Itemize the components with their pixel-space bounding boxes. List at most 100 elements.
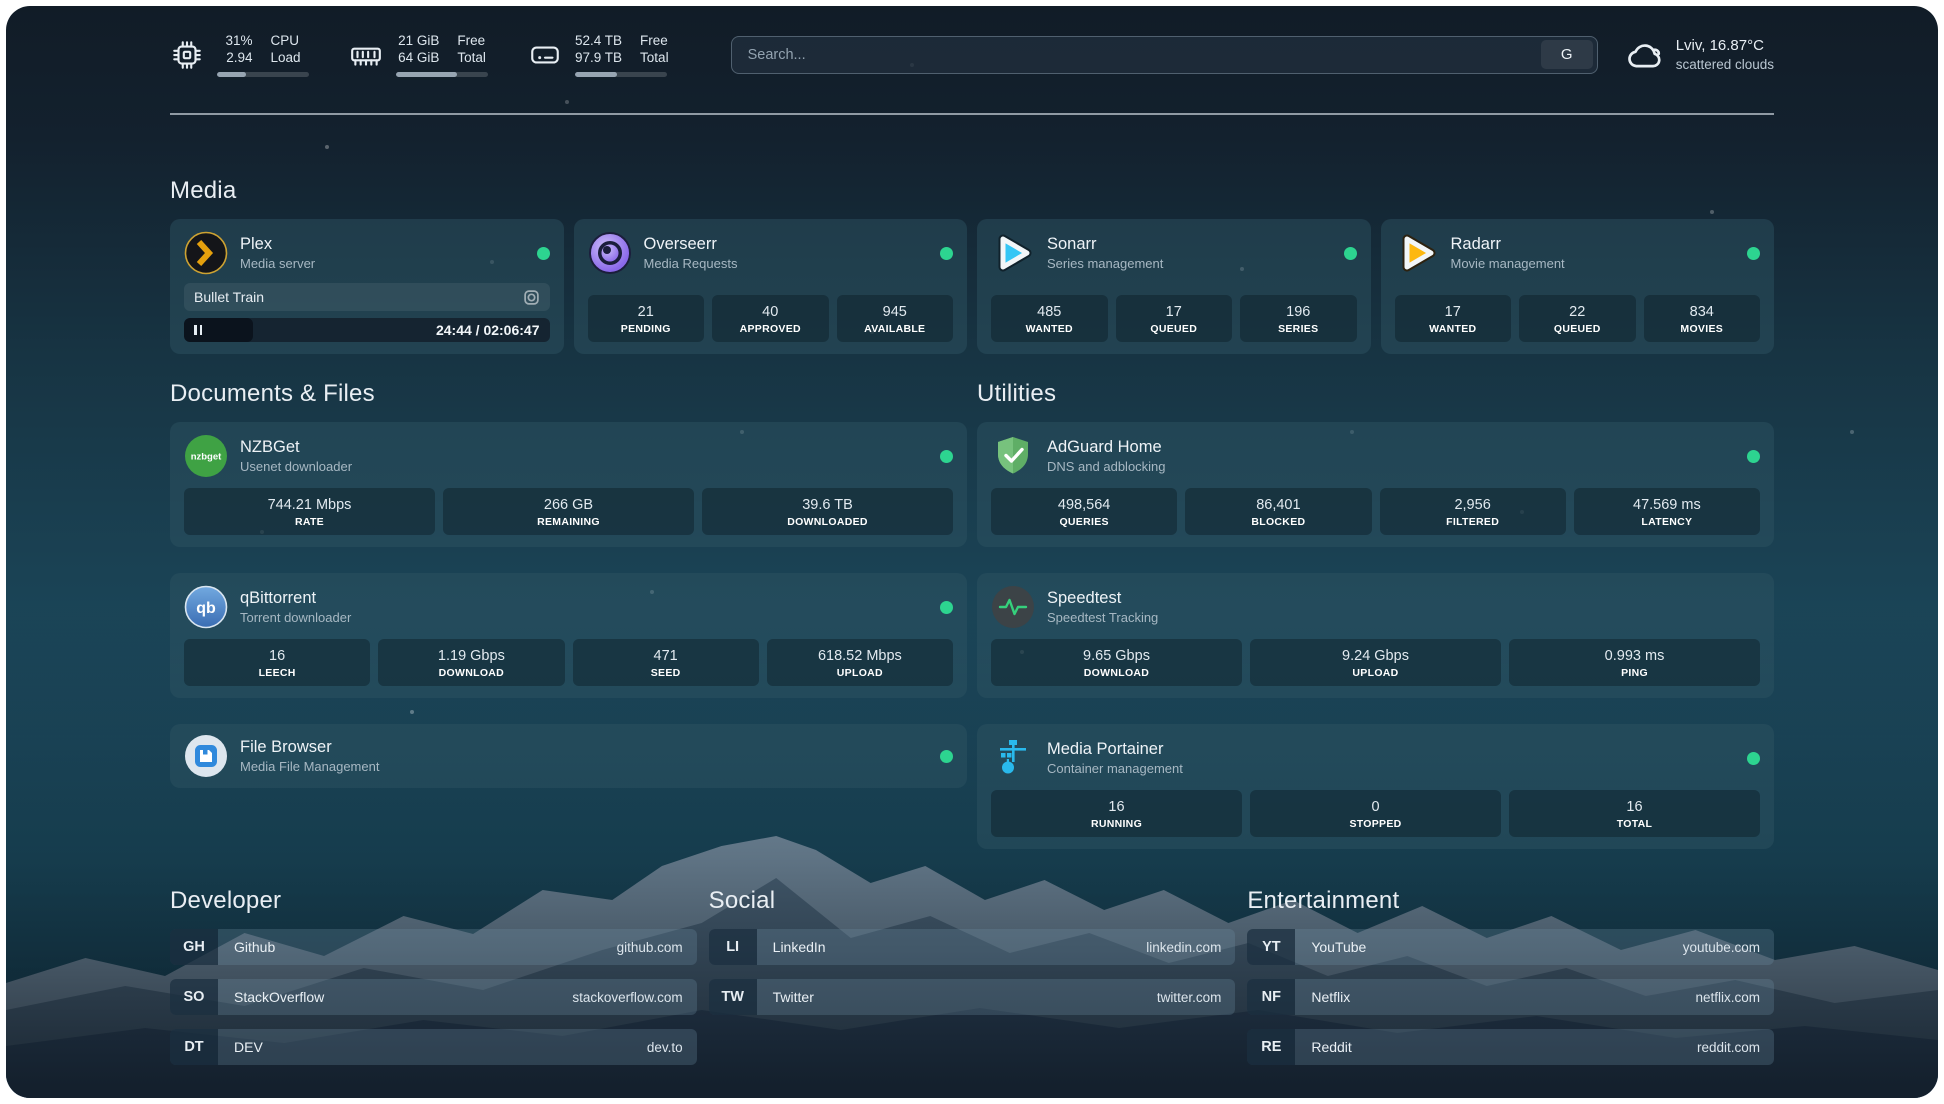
- status-dot: [940, 247, 953, 260]
- service-description: Media File Management: [240, 758, 379, 775]
- service-card-nzbget[interactable]: nzbget NZBGet Usenet downloader 744.21 M…: [170, 422, 967, 547]
- bookmark-name: Twitter: [773, 989, 814, 1005]
- header-separator: [170, 113, 1774, 115]
- stat-box: 9.24 GbpsUPLOAD: [1250, 639, 1501, 686]
- section-title-media: Media: [170, 177, 1774, 205]
- cpu-progress-bar: [217, 72, 309, 77]
- bookmark-reddit[interactable]: RE Reddit reddit.com: [1247, 1029, 1774, 1065]
- bookmark-github[interactable]: GH Github github.com: [170, 929, 697, 965]
- bookmark-abbr: SO: [170, 979, 218, 1015]
- service-card-portainer[interactable]: Media Portainer Container management 16R…: [977, 724, 1774, 849]
- bookmark-name: Github: [234, 939, 275, 955]
- stat-box: 47.569 msLATENCY: [1574, 488, 1760, 535]
- adguard-icon: [991, 434, 1035, 478]
- bookmark-abbr: GH: [170, 929, 218, 965]
- svg-text:qb: qb: [196, 600, 216, 617]
- stat-box: 9.65 GbpsDOWNLOAD: [991, 639, 1242, 686]
- service-description: Usenet downloader: [240, 458, 352, 475]
- stat-box: 834MOVIES: [1644, 295, 1761, 342]
- bookmark-url: dev.to: [647, 1040, 683, 1055]
- bookmark-linkedin[interactable]: LI LinkedIn linkedin.com: [709, 929, 1236, 965]
- bookmark-name: YouTube: [1311, 939, 1366, 955]
- bookmark-url: netflix.com: [1695, 990, 1760, 1005]
- service-description: Movie management: [1451, 255, 1565, 272]
- camera-icon: [523, 289, 540, 306]
- bookmark-youtube[interactable]: YT YouTube youtube.com: [1247, 929, 1774, 965]
- now-playing-title: Bullet Train: [194, 289, 264, 305]
- stat-box: 0.993 msPING: [1509, 639, 1760, 686]
- stat-box: 945AVAILABLE: [837, 295, 954, 342]
- cpu-widget: 31% CPU 2.94 Load: [170, 32, 309, 77]
- stat-box: 618.52 MbpsUPLOAD: [767, 639, 953, 686]
- service-card-qbittorrent[interactable]: qb qBittorrent Torrent downloader: [170, 573, 967, 698]
- memory-total-value: 64 GiB: [396, 49, 439, 66]
- service-card-plex[interactable]: Plex Media server Bullet Train: [170, 219, 564, 354]
- memory-free-label: Free: [457, 32, 488, 49]
- section-title-documents: Documents & Files: [170, 380, 967, 408]
- bookmark-name: Netflix: [1311, 989, 1350, 1005]
- bookmark-name: LinkedIn: [773, 939, 826, 955]
- status-dot: [537, 247, 550, 260]
- weather-condition: scattered clouds: [1676, 56, 1774, 73]
- search-provider-button[interactable]: G: [1541, 40, 1593, 69]
- bookmark-twitter[interactable]: TW Twitter twitter.com: [709, 979, 1236, 1015]
- bookmark-url: twitter.com: [1157, 990, 1222, 1005]
- speedtest-icon: [991, 585, 1035, 629]
- stat-box: 16RUNNING: [991, 790, 1242, 837]
- status-dot: [940, 750, 953, 763]
- now-playing-title-row: Bullet Train: [184, 283, 550, 311]
- stat-box: 471SEED: [573, 639, 759, 686]
- pause-icon: [194, 325, 202, 335]
- stat-box: 40APPROVED: [712, 295, 829, 342]
- svg-text:nzbget: nzbget: [191, 452, 222, 463]
- search-input[interactable]: [731, 36, 1598, 74]
- service-name: File Browser: [240, 737, 379, 758]
- sonarr-icon: [991, 231, 1035, 275]
- bookmark-stackoverflow[interactable]: SO StackOverflow stackoverflow.com: [170, 979, 697, 1015]
- bookmark-netflix[interactable]: NF Netflix netflix.com: [1247, 979, 1774, 1015]
- stat-box: 498,564QUERIES: [991, 488, 1177, 535]
- service-description: Speedtest Tracking: [1047, 609, 1158, 626]
- service-card-radarr[interactable]: Radarr Movie management 17WANTED 22QUEUE…: [1381, 219, 1775, 354]
- service-card-sonarr[interactable]: Sonarr Series management 485WANTED 17QUE…: [977, 219, 1371, 354]
- stat-box: 21PENDING: [588, 295, 705, 342]
- service-card-speedtest[interactable]: Speedtest Speedtest Tracking 9.65 GbpsDO…: [977, 573, 1774, 698]
- stat-box: 196SERIES: [1240, 295, 1357, 342]
- cloud-icon: [1624, 35, 1664, 75]
- disk-icon: [528, 38, 562, 72]
- stat-box: 1.19 GbpsDOWNLOAD: [378, 639, 564, 686]
- radarr-icon: [1395, 231, 1439, 275]
- service-description: Media Requests: [644, 255, 738, 272]
- bookmark-abbr: LI: [709, 929, 757, 965]
- stat-box: 2,956FILTERED: [1380, 488, 1566, 535]
- service-description: Series management: [1047, 255, 1163, 272]
- top-bar: 31% CPU 2.94 Load 21 GiB: [170, 6, 1774, 77]
- cpu-load-label: Load: [270, 49, 309, 66]
- bookmark-name: DEV: [234, 1039, 263, 1055]
- bookmark-abbr: TW: [709, 979, 757, 1015]
- service-card-adguard[interactable]: AdGuard Home DNS and adblocking 498,564Q…: [977, 422, 1774, 547]
- section-title-utilities: Utilities: [977, 380, 1774, 408]
- bookmark-abbr: YT: [1247, 929, 1295, 965]
- stat-box: 744.21 MbpsRATE: [184, 488, 435, 535]
- weather-location-temp: Lviv, 16.87°C: [1676, 36, 1774, 56]
- stat-box: 39.6 TBDOWNLOADED: [702, 488, 953, 535]
- service-name: Plex: [240, 234, 315, 255]
- stat-box: 17QUEUED: [1116, 295, 1233, 342]
- weather-widget: Lviv, 16.87°C scattered clouds: [1624, 35, 1774, 75]
- service-card-overseerr[interactable]: Overseerr Media Requests 21PENDING 40APP…: [574, 219, 968, 354]
- bookmark-dev[interactable]: DT DEV dev.to: [170, 1029, 697, 1065]
- cpu-usage-value: 31%: [217, 32, 252, 49]
- service-description: DNS and adblocking: [1047, 458, 1166, 475]
- bookmark-url: youtube.com: [1683, 940, 1760, 955]
- memory-total-label: Total: [457, 49, 488, 66]
- cpu-icon: [170, 38, 204, 72]
- status-dot: [1747, 247, 1760, 260]
- qbittorrent-icon: qb: [184, 585, 228, 629]
- disk-total-label: Total: [640, 49, 669, 66]
- disk-total-value: 97.9 TB: [575, 49, 622, 66]
- service-card-filebrowser[interactable]: File Browser Media File Management: [170, 724, 967, 788]
- now-playing-time: 24:44 / 02:06:47: [436, 322, 540, 338]
- service-name: Sonarr: [1047, 234, 1163, 255]
- bookmark-name: Reddit: [1311, 1039, 1351, 1055]
